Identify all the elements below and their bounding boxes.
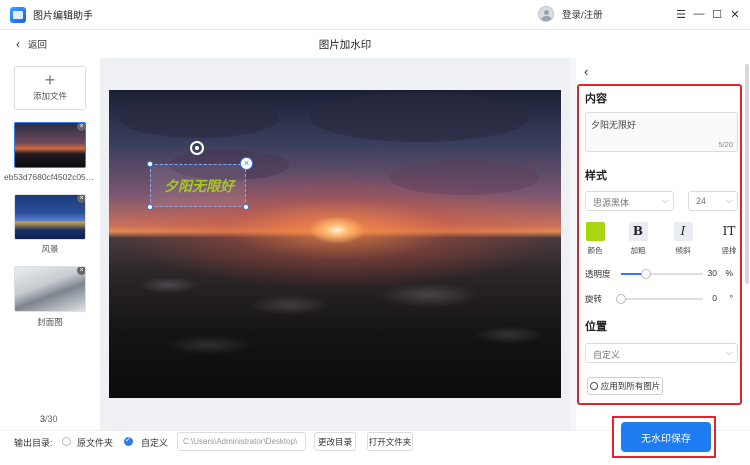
font-size-select[interactable]: 24 ⌵ <box>688 191 738 211</box>
position-select[interactable]: 自定义 ⌵ <box>585 343 738 363</box>
chevron-down-icon: ⌵ <box>725 196 732 205</box>
file-counter: 3/30 <box>40 414 58 424</box>
add-file-button[interactable]: + 添加文件 <box>14 66 86 110</box>
title-bar: 图片编辑助手 登录/注册 ☰ — ☐ ✕ <box>0 0 750 30</box>
opacity-slider[interactable] <box>621 269 703 279</box>
style-section-title: 样式 <box>585 170 607 182</box>
italic-icon: I <box>673 222 693 241</box>
rotate-value: 0 <box>712 293 717 303</box>
custom-folder-label: 自定义 <box>141 438 169 448</box>
watermark-box[interactable]: 夕阳无限好 <box>147 161 249 210</box>
file-label-3: 封面图 <box>37 317 63 327</box>
rotate-row: 旋转 0 ° <box>585 293 733 304</box>
vertical-text-icon: IT <box>722 224 736 238</box>
collapse-panel-icon[interactable]: ‹ <box>584 64 588 79</box>
radio-original-folder[interactable] <box>62 437 71 446</box>
bold-icon: B <box>628 222 648 241</box>
opacity-value: 30 <box>707 268 717 278</box>
change-dir-button[interactable]: 更改目录 <box>314 432 356 451</box>
italic-button[interactable]: I 倾斜 <box>670 222 696 256</box>
file-thumbnail-2[interactable]: × <box>14 194 86 240</box>
avatar-icon <box>538 6 554 22</box>
remove-file-icon[interactable]: × <box>77 195 85 203</box>
apply-all-button[interactable]: 应用到所有图片 <box>587 377 663 395</box>
resize-handle[interactable] <box>243 204 249 210</box>
resize-handle[interactable] <box>147 161 153 167</box>
file-thumbnail-1[interactable]: × <box>14 122 86 168</box>
file-label-2: 风景 <box>41 244 59 254</box>
vertical-text-button[interactable]: IT 竖排 <box>716 222 742 256</box>
close-icon[interactable]: ✕ <box>728 6 742 22</box>
remove-file-icon[interactable]: × <box>77 267 85 275</box>
chevron-down-icon: ⌵ <box>661 196 668 205</box>
window-controls: ☰ — ☐ ✕ <box>674 6 742 22</box>
minimize-icon[interactable]: — <box>692 6 706 22</box>
output-path-input[interactable]: C:\Users\Administrator\Desktop\ <box>177 432 306 451</box>
rotate-label: 旋转 <box>585 294 603 304</box>
resize-handle[interactable] <box>147 204 153 210</box>
login-link[interactable]: 登录/注册 <box>562 7 603 21</box>
open-folder-button[interactable]: 打开文件夹 <box>367 432 413 451</box>
chevron-down-icon: ⌵ <box>725 348 732 357</box>
file-list-panel: + 添加文件 × eb53d7680cf4502c05a... × 风景 × 封… <box>0 58 100 430</box>
file-thumbnail-3[interactable]: × <box>14 266 86 312</box>
content-value: 夕阳无限好 <box>591 120 637 130</box>
opacity-slider-knob[interactable] <box>640 269 651 279</box>
file-label-1: eb53d7680cf4502c05a... <box>4 172 96 182</box>
rotate-slider-knob[interactable] <box>616 294 626 304</box>
watermark-content-input[interactable]: 夕阳无限好 5/20 <box>585 112 738 152</box>
add-file-label: 添加文件 <box>32 91 67 101</box>
panel-scrollbar[interactable] <box>745 64 749 284</box>
color-swatch-icon <box>585 222 605 241</box>
output-dir-label: 输出目录: <box>14 438 53 448</box>
remove-file-icon[interactable]: × <box>77 123 85 131</box>
menu-icon[interactable]: ☰ <box>674 6 688 22</box>
remove-watermark-icon[interactable]: × <box>240 157 253 170</box>
app-logo-icon <box>10 6 26 23</box>
app-title: 图片编辑助手 <box>33 11 93 22</box>
rotate-handle-icon[interactable] <box>190 141 204 155</box>
color-button[interactable]: 颜色 <box>582 222 608 256</box>
bold-button[interactable]: B 加粗 <box>625 222 651 256</box>
font-family-select[interactable]: 思源黑体 ⌵ <box>585 191 674 211</box>
opacity-row: 透明度 30 % <box>585 268 733 279</box>
position-section-title: 位置 <box>585 321 607 333</box>
apply-icon <box>589 382 598 390</box>
plus-icon: + <box>44 70 56 90</box>
original-folder-label: 原文件夹 <box>77 438 114 448</box>
content-section-title: 内容 <box>585 93 607 105</box>
preview-image <box>109 90 561 398</box>
watermark-text: 夕阳无限好 <box>164 178 234 194</box>
save-without-watermark-button[interactable]: 无水印保存 <box>621 422 711 452</box>
maximize-icon[interactable]: ☐ <box>710 6 724 22</box>
opacity-label: 透明度 <box>585 269 611 279</box>
page-title: 图片加水印 <box>318 39 372 51</box>
user-login[interactable]: 登录/注册 <box>538 6 603 22</box>
radio-custom-folder[interactable] <box>124 435 133 446</box>
rotate-slider[interactable] <box>616 294 703 304</box>
char-count: 5/20 <box>718 140 733 149</box>
sub-header: ‹ 返回 图片加水印 <box>0 30 750 58</box>
